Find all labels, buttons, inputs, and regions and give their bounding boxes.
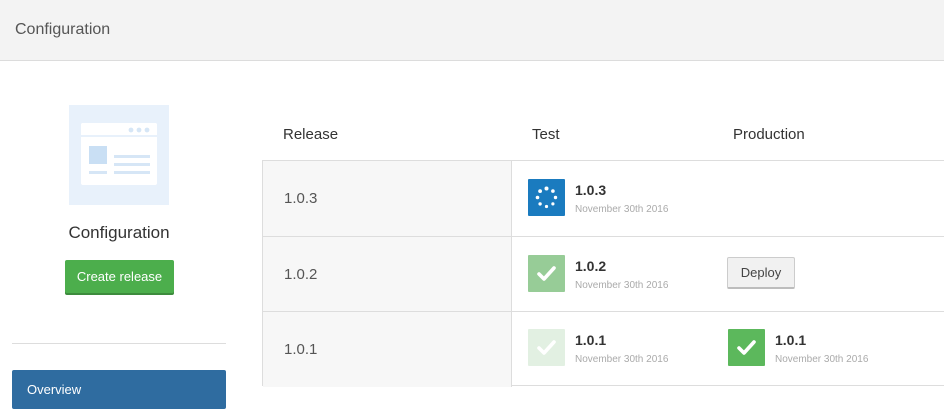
release-version: 1.0.1 — [284, 341, 318, 358]
production-version: 1.0.1 — [775, 332, 807, 348]
release-version: 1.0.2 — [284, 266, 318, 283]
spinner-icon — [528, 179, 565, 216]
release-cell: 1.0.3 — [263, 161, 512, 236]
test-date: November 30th 2016 — [575, 354, 669, 365]
table-row: 1.0.3 1.0.3 November 30th 2016 — [263, 161, 944, 236]
table-row: 1.0.1 1.0.1 November 30th 2016 1.0.1 Nov… — [263, 312, 944, 387]
sidebar-divider — [12, 343, 226, 344]
release-cell: 1.0.2 — [263, 237, 512, 312]
check-icon — [528, 255, 565, 292]
releases-table: 1.0.3 1.0.3 November 30th 2016 1.0.2 1.0… — [262, 160, 944, 387]
table-row: 1.0.2 1.0.2 November 30th 2016 Deploy — [263, 237, 944, 312]
release-version: 1.0.3 — [284, 190, 318, 207]
deploy-button[interactable]: Deploy — [727, 257, 795, 289]
browser-window-icon — [69, 105, 169, 205]
test-date: November 30th 2016 — [575, 204, 669, 215]
header-title: Configuration — [15, 21, 111, 38]
test-date: November 30th 2016 — [575, 280, 669, 291]
release-cell: 1.0.1 — [263, 312, 512, 387]
test-version: 1.0.3 — [575, 182, 607, 198]
sidebar-item-overview[interactable]: Overview — [12, 370, 226, 409]
page-header: Configuration — [0, 0, 944, 61]
check-icon — [528, 329, 565, 366]
create-release-button[interactable]: Create release — [65, 260, 174, 293]
test-version: 1.0.1 — [575, 332, 607, 348]
column-header-production: Production — [733, 126, 805, 143]
check-icon — [728, 329, 765, 366]
column-header-test: Test — [532, 126, 560, 143]
column-header-release: Release — [283, 126, 339, 143]
test-version: 1.0.2 — [575, 258, 607, 274]
project-name: Configuration — [68, 223, 170, 242]
production-date: November 30th 2016 — [775, 354, 869, 365]
